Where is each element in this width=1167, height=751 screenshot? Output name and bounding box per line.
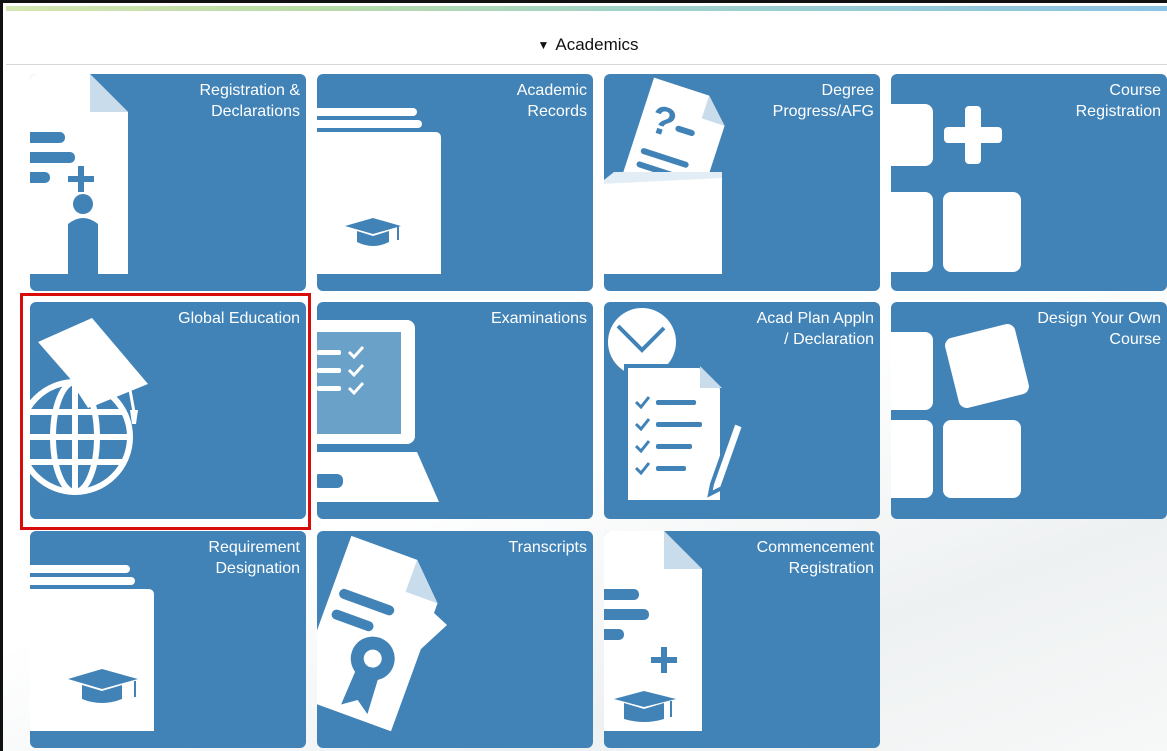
tile-degree-progress[interactable]: ? Degree Progress/AFG xyxy=(604,74,880,291)
globe-graduation-cap-icon xyxy=(30,318,148,495)
tile-label: Transcripts xyxy=(508,539,587,556)
tile-global-education[interactable]: Global Education xyxy=(30,302,306,519)
tile-course-registration[interactable]: Course Registration xyxy=(891,74,1167,291)
section-title: Academics xyxy=(555,35,639,54)
documents-ribbon-arrow-icon xyxy=(317,535,447,732)
academics-section-toggle[interactable]: ▼ Academics xyxy=(6,24,1167,66)
tile-acad-plan-appln[interactable]: Acad Plan Appln / Declaration xyxy=(604,302,880,519)
tile-label: Examinations xyxy=(490,310,587,327)
tile-design-your-own-course[interactable]: Design Your Own Course xyxy=(891,302,1167,519)
tile-label: Commencement Registration xyxy=(756,539,874,577)
header-accent-bar xyxy=(6,6,1167,11)
tile-academic-records[interactable]: Academic Records xyxy=(317,74,593,291)
laptop-checklist-icon xyxy=(317,320,439,502)
section-divider xyxy=(6,64,1167,65)
tile-label: Requirement Designation xyxy=(208,539,300,577)
portal-frame: ▼ Academics Registration & Declarations … xyxy=(0,0,1167,751)
tile-label: Degree Progress/AFG xyxy=(772,82,874,120)
tile-registration-declarations[interactable]: Registration & Declarations xyxy=(30,74,306,291)
tile-label: Registration & Declarations xyxy=(199,82,301,120)
tile-label: Academic Records xyxy=(516,82,587,120)
tile-examinations[interactable]: Examinations xyxy=(317,302,593,519)
tile-label: Global Education xyxy=(178,310,300,327)
tile-label: Course Registration xyxy=(1075,82,1161,120)
tile-requirement-designation[interactable]: Requirement Designation xyxy=(30,531,306,748)
tile-commencement-registration[interactable]: Commencement Registration xyxy=(604,531,880,748)
tile-label: Acad Plan Appln / Declaration xyxy=(756,310,874,348)
triangle-down-icon: ▼ xyxy=(537,38,550,52)
tile-transcripts[interactable]: Transcripts xyxy=(317,531,593,748)
tile-label: Design Your Own Course xyxy=(1037,310,1161,348)
